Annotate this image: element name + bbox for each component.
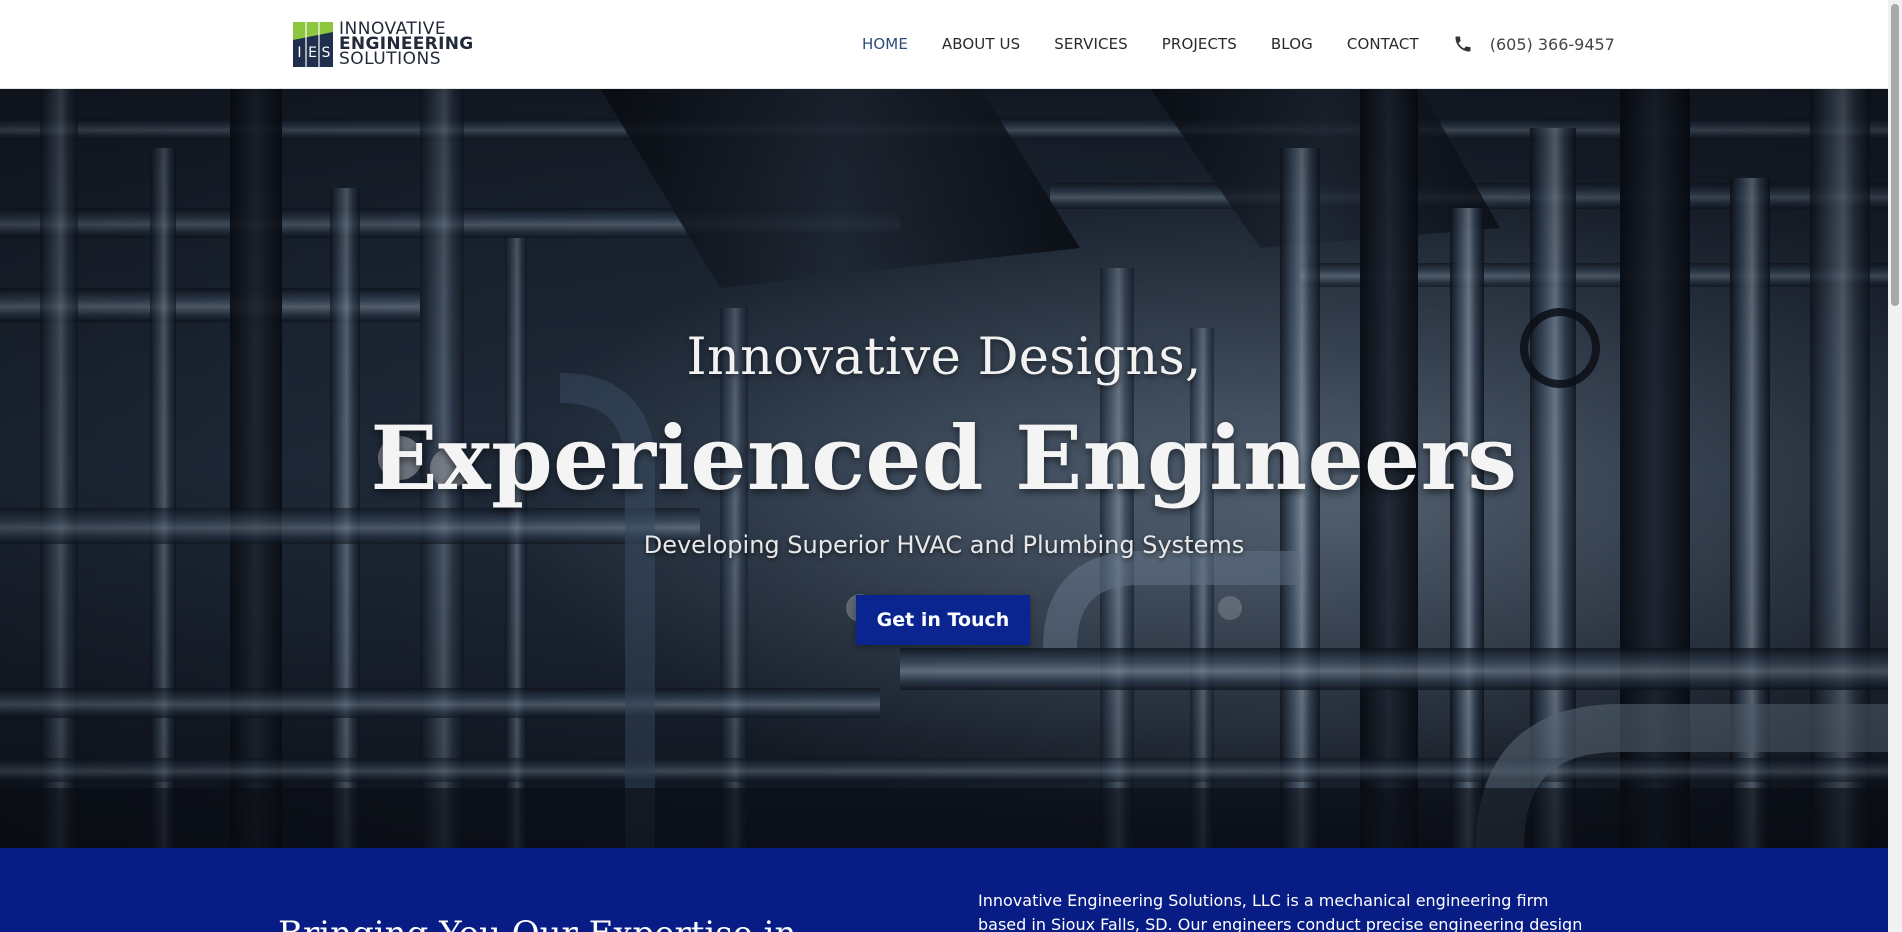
hero-tagline: Developing Superior HVAC and Plumbing Sy… [643,531,1245,559]
phone-number: (605) 366-9457 [1489,34,1615,54]
hero-section: Innovative Designs, Experienced Engineer… [0,88,1888,848]
svg-text:S: S [322,45,331,61]
logo-wordmark: INNOVATIVE ENGINEERING SOLUTIONS [339,20,473,69]
scrollbar-thumb[interactable] [1891,4,1899,306]
svg-text:I: I [297,45,301,61]
get-in-touch-button[interactable]: Get in Touch [856,595,1030,645]
hero-heading-line-1: Innovative Designs, [686,328,1202,387]
nav-item-services[interactable]: SERVICES [1054,35,1128,53]
nav-item-home[interactable]: HOME [862,35,908,53]
logo-mark-icon: I E S [293,21,333,67]
site-header: I E S INNOVATIVE ENGINEERING SOLUTIONS H… [0,0,1888,89]
phone-link[interactable]: (605) 366-9457 [1453,34,1615,54]
nav-item-contact[interactable]: CONTACT [1347,35,1419,53]
logo[interactable]: I E S INNOVATIVE ENGINEERING SOLUTIONS [293,20,473,68]
logo-line-3: SOLUTIONS [339,48,442,69]
hero-content: Innovative Designs, Experienced Engineer… [0,88,1888,848]
intro-section: Bringing You Our Expertise in Innovative… [0,848,1888,932]
hero-heading-line-2: Experienced Engineers [370,406,1518,510]
nav-item-about-us[interactable]: ABOUT US [942,35,1020,53]
main-nav: HOME ABOUT US SERVICES PROJECTS BLOG CON… [862,0,1615,88]
intro-heading: Bringing You Our Expertise in [278,914,796,932]
nav-item-projects[interactable]: PROJECTS [1162,35,1237,53]
svg-text:E: E [308,45,317,61]
nav-item-blog[interactable]: BLOG [1271,35,1313,53]
phone-icon [1453,34,1473,54]
intro-paragraph: Innovative Engineering Solutions, LLC is… [978,891,1583,932]
page-scrollbar[interactable] [1888,0,1902,932]
